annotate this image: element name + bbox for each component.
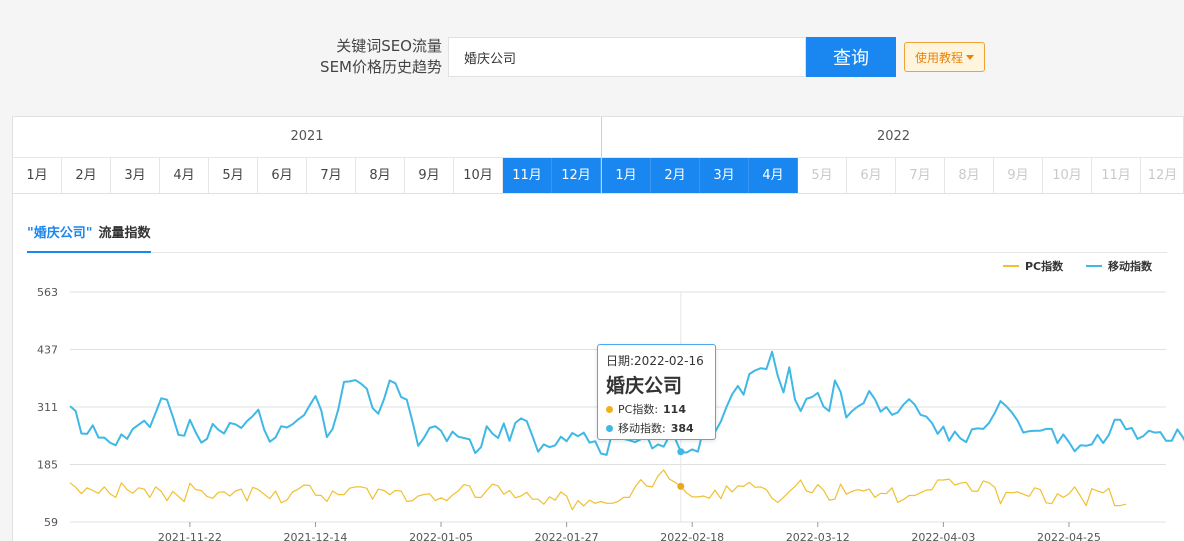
tooltip-mobile-value: 384	[670, 421, 694, 435]
x-tick-label: 2022-03-12	[786, 531, 850, 541]
tooltip-pc-label: PC指数:	[618, 403, 659, 416]
tooltip-mobile-dot	[606, 424, 613, 432]
x-tick-label: 2022-04-03	[911, 531, 975, 541]
y-tick-label: 311	[37, 401, 58, 414]
x-tick-label: 2022-04-25	[1037, 531, 1101, 541]
series-line-pc	[69, 469, 1127, 511]
y-tick-label: 437	[37, 344, 58, 357]
y-tick-label: 185	[37, 459, 58, 472]
x-tick-label: 2021-12-14	[283, 531, 347, 541]
tooltip-mobile-row: 移动指数: 384	[606, 420, 707, 436]
tooltip-keyword: 婚庆公司	[606, 375, 683, 397]
tooltip-date: 日期:2022-02-16	[606, 354, 704, 368]
tooltip-mobile-label: 移动指数:	[618, 422, 666, 435]
y-tick-label: 563	[37, 286, 58, 299]
x-tick-label: 2022-02-18	[660, 531, 724, 541]
chart-tooltip: 日期:2022-02-16 婚庆公司 PC指数: 114 移动指数: 384	[597, 344, 716, 440]
x-tick-label: 2022-01-05	[409, 531, 473, 541]
tooltip-pc-row: PC指数: 114	[606, 401, 707, 417]
y-tick-label: 59	[44, 516, 58, 529]
highlight-point-mobile	[677, 448, 685, 456]
highlight-point-pc	[677, 482, 685, 490]
x-tick-label: 2022-01-27	[535, 531, 599, 541]
trend-chart: 59 185 311 437 563 2021-11-22 2021-12-14 2022-0…	[37, 286, 1184, 541]
tooltip-pc-dot	[606, 405, 613, 413]
tooltip-pc-value: 114	[663, 402, 686, 416]
x-tick-label: 2021-11-22	[158, 531, 222, 541]
